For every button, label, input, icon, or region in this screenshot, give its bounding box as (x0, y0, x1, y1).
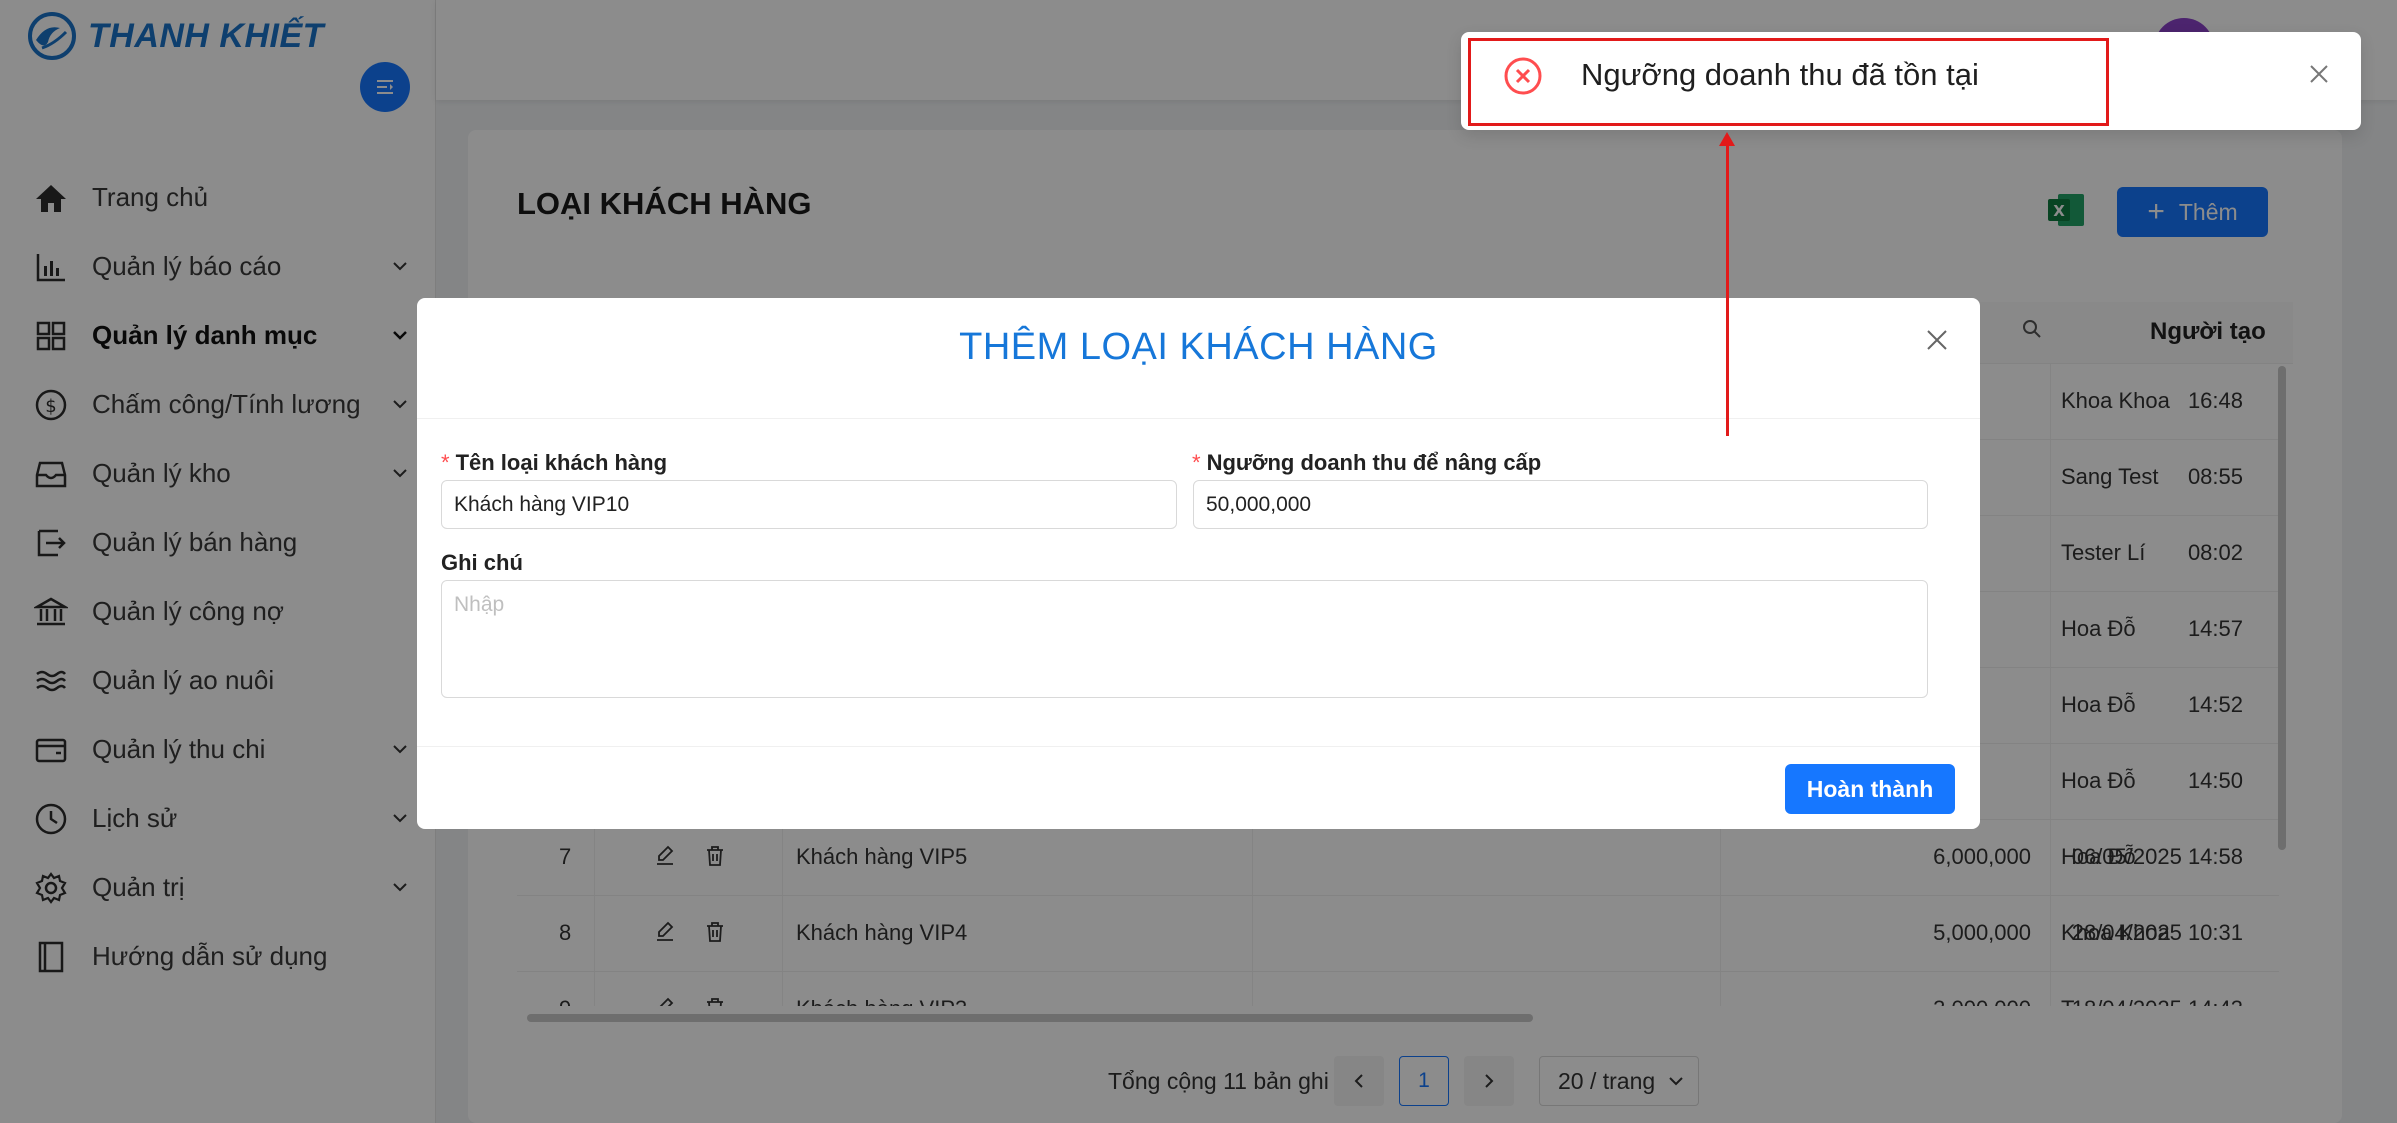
threshold-label-text: Ngưỡng doanh thu để nâng cấp (1206, 450, 1542, 475)
error-circle-icon (1504, 57, 1542, 95)
threshold-field-label: * Ngưỡng doanh thu để nâng cấp (1192, 450, 1541, 476)
note-textarea[interactable]: Nhập (441, 580, 1928, 698)
close-icon[interactable] (2308, 63, 2330, 85)
name-field-label: * Tên loại khách hàng (441, 450, 667, 476)
note-field-label: Ghi chú (441, 550, 523, 575)
required-mark: * (1192, 450, 1201, 475)
required-mark: * (441, 450, 450, 475)
notification-message: Ngưỡng doanh thu đã tồn tại (1581, 57, 1979, 92)
divider (417, 746, 1980, 747)
close-icon[interactable] (1925, 328, 1949, 352)
customer-type-name-input[interactable]: Khách hàng VIP10 (441, 480, 1177, 529)
revenue-threshold-input[interactable]: 50,000,000 (1193, 480, 1928, 529)
add-customer-type-modal: THÊM LOẠI KHÁCH HÀNG * Tên loại khách hàn… (417, 298, 1980, 829)
complete-button[interactable]: Hoàn thành (1785, 764, 1955, 814)
divider (417, 418, 1980, 419)
name-label-text: Tên loại khách hàng (455, 450, 668, 475)
annotation-arrow (1726, 140, 1729, 436)
modal-title: THÊM LOẠI KHÁCH HÀNG (959, 326, 1438, 368)
